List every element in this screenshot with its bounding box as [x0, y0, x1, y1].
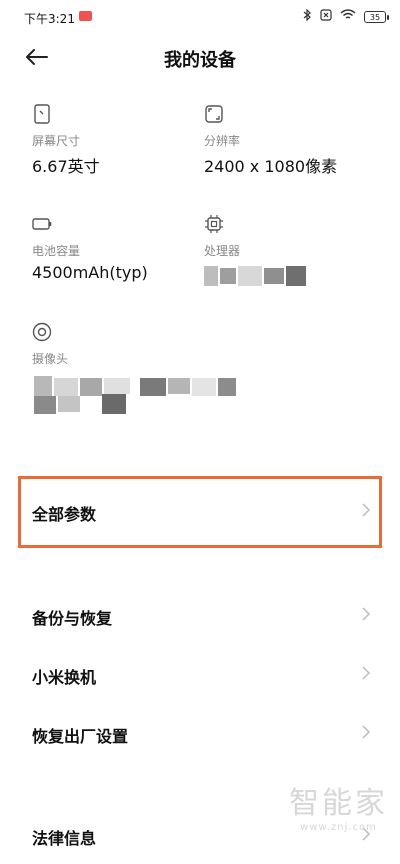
watermark-title: 智能家 [289, 786, 388, 821]
row-label: 全部参数 [32, 505, 97, 524]
battery-icon [32, 218, 52, 230]
row-label: 备份与恢复 [32, 609, 113, 628]
chevron-right-icon [362, 502, 371, 521]
no-sim-icon [320, 9, 332, 24]
spec-label: 处理器 [204, 244, 241, 258]
redacted-block [104, 378, 130, 394]
screen-icon [34, 104, 50, 124]
spec-label: 分辨率 [204, 134, 241, 148]
header: 我的设备 [0, 34, 400, 82]
status-time: 下午3:21 [24, 12, 75, 26]
wifi-icon [340, 9, 356, 24]
spec-battery: 电池容量 4500mAh(typ) [32, 214, 148, 282]
menu-factory-reset[interactable]: 恢复出厂设置 [0, 706, 400, 762]
spec-value: 4500mAh(typ) [32, 263, 148, 282]
menu-all-params[interactable]: 全部参数 [0, 484, 400, 540]
row-label: 小米换机 [32, 668, 97, 687]
chevron-right-icon [362, 606, 371, 625]
redacted-block [168, 378, 190, 394]
spec-camera: 摄像头 [32, 322, 68, 371]
redacted-block [80, 378, 102, 396]
redacted-block [192, 378, 216, 396]
spec-value: 2400 x 1080像素 [204, 157, 338, 176]
redacted-block [58, 396, 80, 412]
redacted-block [220, 268, 236, 284]
row-label: 恢复出厂设置 [32, 727, 129, 746]
resolution-icon [205, 105, 223, 123]
watermark: 智能家 www.znj.com [286, 786, 391, 834]
redacted-block [238, 266, 262, 286]
bluetooth-icon [303, 8, 312, 24]
page-title: 我的设备 [164, 50, 236, 71]
chevron-right-icon [362, 665, 371, 684]
camera-icon [32, 322, 52, 342]
chip-icon [205, 215, 223, 233]
redacted-block [34, 396, 56, 414]
battery-indicator: 35 [364, 10, 389, 23]
redacted-block [34, 376, 52, 396]
watermark-url: www.znj.com [300, 822, 377, 833]
status-bar: 下午3:21 35 [0, 0, 400, 34]
row-label: 法律信息 [32, 829, 97, 848]
redacted-block [54, 378, 78, 396]
spec-processor: 处理器 [204, 214, 240, 263]
redacted-block [218, 378, 236, 396]
redacted-block [204, 266, 218, 286]
spec-value: 6.67英寸 [32, 157, 100, 176]
menu-backup-restore[interactable]: 备份与恢复 [0, 588, 400, 644]
status-icons: 35 [303, 8, 389, 24]
spec-label: 电池容量 [32, 244, 81, 258]
spec-label: 摄像头 [32, 352, 69, 366]
app-notification-icon [79, 11, 92, 21]
redacted-block [264, 268, 284, 284]
redacted-block [140, 378, 166, 396]
redacted-block [286, 266, 306, 286]
menu-mi-mover[interactable]: 小米换机 [0, 647, 400, 703]
spec-screen-size: 屏幕尺寸 6.67英寸 [32, 104, 100, 177]
chevron-right-icon [362, 724, 371, 743]
spec-label: 屏幕尺寸 [32, 134, 81, 148]
spec-resolution: 分辨率 2400 x 1080像素 [204, 104, 337, 177]
redacted-block [102, 394, 126, 414]
